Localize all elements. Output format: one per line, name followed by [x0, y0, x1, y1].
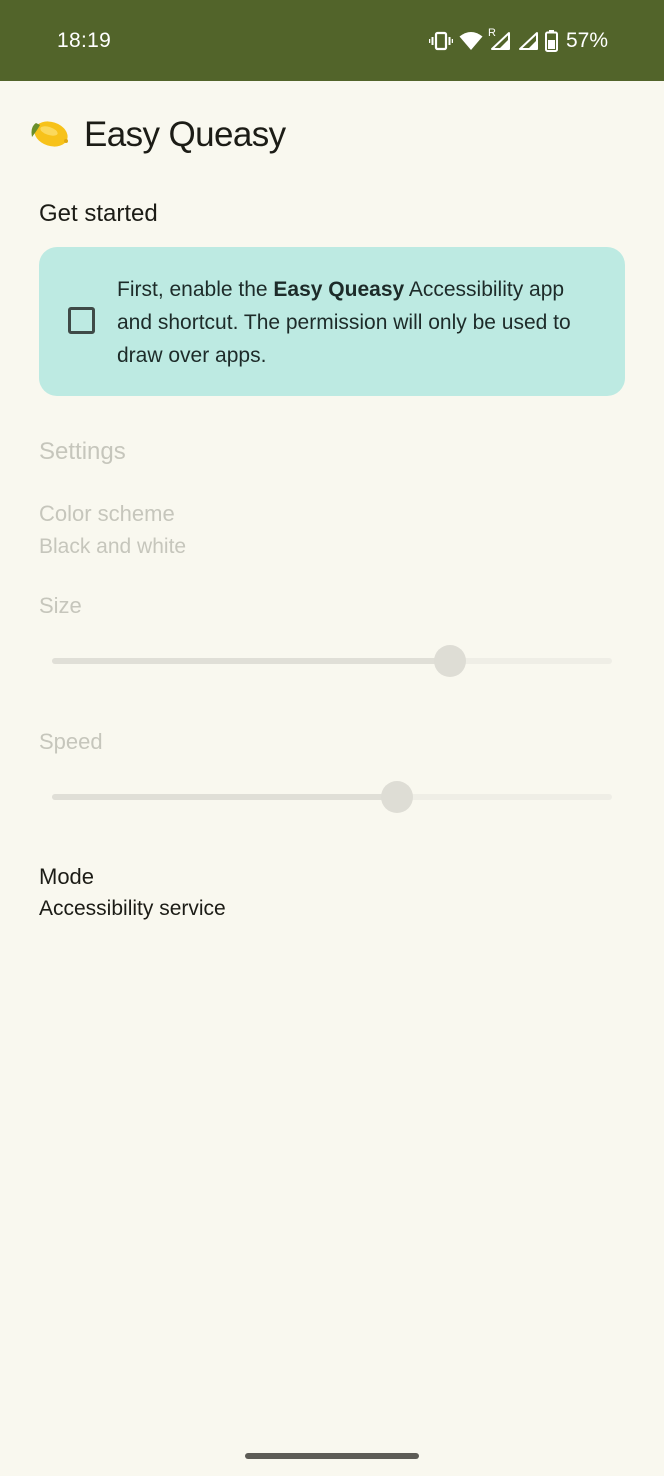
enable-accessibility-text: First, enable the Easy Queasy Accessibil… [117, 273, 597, 372]
app-header: Easy Queasy [28, 112, 286, 158]
signal-icon [517, 31, 539, 51]
enable-accessibility-card[interactable]: First, enable the Easy Queasy Accessibil… [39, 247, 625, 396]
get-started-heading: Get started [39, 200, 158, 227]
size-label: Size [39, 593, 82, 618]
enable-accessibility-checkbox[interactable] [68, 307, 95, 334]
size-slider-thumb[interactable] [433, 645, 466, 677]
settings-heading: Settings [39, 438, 126, 465]
mode-value: Accessibility service [39, 897, 226, 920]
color-scheme-label[interactable]: Color scheme [39, 501, 175, 527]
size-slider-fill [52, 658, 450, 664]
status-bar: 18:19 R 57% [0, 0, 664, 81]
color-scheme-value: Black and white [39, 535, 187, 558]
signal-icon: R [488, 27, 511, 51]
mode-label[interactable]: Mode [39, 864, 94, 890]
card-text-app-name: Easy Queasy [273, 278, 405, 301]
wifi-icon [459, 31, 483, 51]
card-text-start: First, enable the [117, 278, 274, 301]
lemon-icon [28, 115, 70, 156]
roaming-indicator: R [487, 27, 496, 39]
battery-icon [544, 30, 558, 52]
battery-percent: 57% [565, 29, 608, 52]
size-slider[interactable] [52, 644, 612, 678]
status-icons: R 57% [428, 27, 608, 55]
speed-slider-thumb[interactable] [380, 781, 413, 813]
speed-slider[interactable] [52, 780, 612, 814]
app-title: Easy Queasy [84, 115, 286, 154]
speed-label: Speed [39, 729, 103, 754]
gesture-nav-handle[interactable] [245, 1453, 419, 1459]
speed-slider-fill [52, 794, 397, 800]
status-time: 18:19 [57, 29, 112, 52]
vibrate-icon [428, 31, 453, 51]
